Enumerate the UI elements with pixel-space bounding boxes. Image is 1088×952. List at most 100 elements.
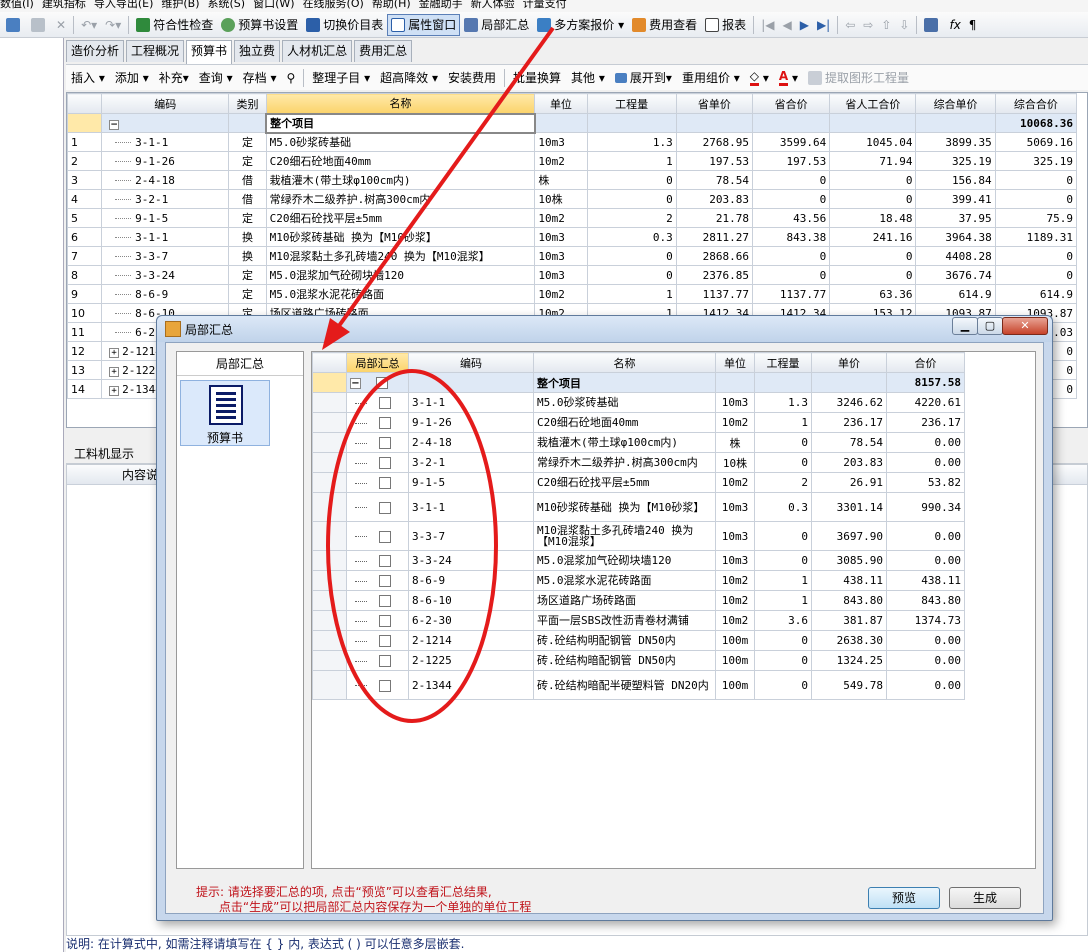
unit-price-cell[interactable]: 203.83: [811, 452, 887, 473]
row-number[interactable]: 4: [67, 189, 103, 209]
composite-price-cell[interactable]: 4408.28: [915, 246, 996, 266]
name-cell[interactable]: 场区道路广场砖路面: [533, 590, 716, 611]
total-price-cell[interactable]: 43.56: [751, 208, 831, 228]
fee-view-button[interactable]: 费用查看: [628, 14, 701, 36]
total-price-cell[interactable]: 0.00: [886, 670, 965, 700]
row-number[interactable]: 6: [67, 227, 103, 247]
unit-cell[interactable]: 100m: [715, 670, 755, 700]
quantity-cell[interactable]: 0: [754, 432, 812, 453]
unit-price-cell[interactable]: 381.87: [811, 610, 887, 631]
batch-convert-button[interactable]: 批量换算: [508, 67, 566, 89]
unit-cell[interactable]: 100m: [715, 650, 755, 671]
install-fee-button[interactable]: 安装费用: [443, 67, 501, 89]
name-cell[interactable]: M5.0混浆水泥花砖路面: [533, 570, 716, 591]
reuse-pricing-menu[interactable]: 重用组价 ▾: [677, 67, 745, 89]
table-row[interactable]: 1 3-1-1 定 M5.0砂浆砖基础 10m3 1.3 2768.95 3599.64 104…: [67, 132, 1078, 152]
code-cell[interactable]: 3-3-24: [408, 550, 534, 571]
project-total-row[interactable]: − 整个项目 10068.36: [67, 112, 1078, 134]
summary-row[interactable]: 3-2-1 常绿乔木二级养护.树高300cm内 10株 0 203.83 0.00: [312, 452, 965, 473]
summary-row[interactable]: 2-1225 砖.砼结构暗配钢管 DN50内 100m 0 1324.25 0.00: [312, 650, 965, 671]
quantity-cell[interactable]: 0: [586, 189, 677, 209]
code-cell[interactable]: 9-1-26: [408, 412, 534, 433]
composite-price-cell[interactable]: 3899.35: [915, 132, 996, 152]
add-menu[interactable]: 添加 ▾: [110, 67, 154, 89]
unit-cell[interactable]: 10m2: [534, 284, 588, 304]
select-cell[interactable]: [346, 670, 409, 700]
unit-price-cell[interactable]: 26.91: [811, 472, 887, 493]
prev-record-icon[interactable]: ◀: [778, 14, 795, 36]
composite-price-cell[interactable]: 3964.38: [915, 227, 996, 247]
quantity-cell[interactable]: 1: [754, 412, 812, 433]
name-cell[interactable]: M5.0砂浆砖基础: [265, 132, 536, 152]
row-number[interactable]: 14: [67, 379, 103, 399]
unit-price-cell[interactable]: 1137.77: [675, 284, 753, 304]
total-price-cell[interactable]: 0: [751, 189, 831, 209]
select-cell[interactable]: [346, 392, 409, 413]
quantity-cell[interactable]: 1: [754, 590, 812, 611]
summary-row[interactable]: 2-1344 砖.砼结构暗配半硬塑料管 DN20内 100m 0 549.78 0.00: [312, 670, 965, 700]
select-cell[interactable]: [346, 521, 409, 551]
labor-total-cell[interactable]: 1045.04: [829, 132, 917, 152]
type-cell[interactable]: 换: [228, 227, 267, 247]
type-cell[interactable]: 定: [228, 208, 267, 228]
name-cell[interactable]: 砖.砼结构暗配钢管 DN50内: [533, 650, 716, 671]
column-header[interactable]: 类别: [228, 93, 267, 114]
name-cell[interactable]: 砖.砼结构明配钢管 DN50内: [533, 630, 716, 651]
code-cell[interactable]: 3-1-1: [101, 227, 230, 247]
composite-price-cell[interactable]: 156.84: [915, 170, 996, 190]
code-cell[interactable]: 3-2-1: [101, 189, 230, 209]
name-cell[interactable]: 栽植灌木(带土球φ100cm内): [533, 432, 716, 453]
column-header[interactable]: 名称: [265, 93, 536, 114]
menu-item[interactable]: 金融助手: [419, 0, 463, 10]
name-cell[interactable]: M10混浆黏土多孔砖墙240 换为【M10混浆】: [265, 246, 536, 266]
composite-price-cell[interactable]: 614.9: [915, 284, 996, 304]
unit-cell[interactable]: 10m2: [715, 472, 755, 493]
table-row[interactable]: 2 9-1-26 定 C20细石砼地面40mm 10m2 1 197.53 197.53 71.…: [67, 151, 1078, 171]
column-header[interactable]: 工程量: [586, 93, 677, 114]
column-header[interactable]: 工程量: [754, 352, 812, 373]
composite-price-cell[interactable]: 325.19: [915, 151, 996, 171]
quantity-cell[interactable]: 1: [586, 151, 677, 171]
composite-price-cell[interactable]: 37.95: [915, 208, 996, 228]
partial-summary-button[interactable]: 局部汇总: [460, 14, 533, 36]
calculator-icon[interactable]: [920, 14, 945, 36]
total-price-cell[interactable]: 0.00: [886, 630, 965, 651]
labor-total-cell[interactable]: 18.48: [829, 208, 917, 228]
summary-row[interactable]: 2-4-18 栽植灌木(带土球φ100cm内) 株 0 78.54 0.00: [312, 432, 965, 453]
unit-price-cell[interactable]: 2376.85: [675, 265, 753, 285]
labor-total-cell[interactable]: 0: [829, 189, 917, 209]
expand-to-menu[interactable]: 展开到 ▾: [610, 67, 677, 89]
name-cell[interactable]: 平面一层SBS改性沥青卷材满铺: [533, 610, 716, 631]
name-cell[interactable]: 常绿乔木二级养护.树高300cm内: [265, 189, 536, 209]
code-cell[interactable]: 3-3-24: [101, 265, 230, 285]
composite-total-cell[interactable]: 0: [994, 189, 1078, 209]
new-icon[interactable]: [2, 14, 27, 36]
total-price-cell[interactable]: 0.00: [886, 452, 965, 473]
quantity-cell[interactable]: 0: [754, 650, 812, 671]
unit-cell[interactable]: 10m2: [534, 208, 588, 228]
composite-total-cell[interactable]: 325.19: [994, 151, 1078, 171]
code-cell[interactable]: 8-6-9: [101, 284, 230, 304]
code-cell[interactable]: 3-3-7: [408, 521, 534, 551]
unit-cell[interactable]: 10m3: [534, 265, 588, 285]
summary-row[interactable]: 6-2-30 平面一层SBS改性沥青卷材满铺 10m2 3.6 381.87 1374.7…: [312, 610, 965, 631]
unit-price-cell[interactable]: 438.11: [811, 570, 887, 591]
first-record-icon[interactable]: |◀: [757, 14, 778, 36]
column-header[interactable]: 单位: [715, 352, 755, 373]
menu-item[interactable]: 窗口(W): [253, 0, 294, 10]
select-cell[interactable]: [346, 630, 409, 651]
code-cell[interactable]: 6-2-30: [408, 610, 534, 631]
code-cell[interactable]: 3-1-1: [101, 132, 230, 152]
summary-row[interactable]: 8-6-9 M5.0混浆水泥花砖路面 10m2 1 438.11 438.11: [312, 570, 965, 591]
name-cell[interactable]: 砖.砼结构暗配半硬塑料管 DN20内: [533, 670, 716, 700]
row-number[interactable]: 9: [67, 284, 103, 304]
quantity-cell[interactable]: 0: [586, 170, 677, 190]
unit-cell[interactable]: 10株: [534, 189, 588, 209]
labor-total-cell[interactable]: 0: [829, 170, 917, 190]
type-cell[interactable]: 定: [228, 284, 267, 304]
composite-total-cell[interactable]: 0: [994, 265, 1078, 285]
summary-row[interactable]: 3-1-1 M10砂浆砖基础 换为【M10砂浆】 10m3 0.3 3301.14 990…: [312, 492, 965, 522]
select-all-cell[interactable]: −: [346, 372, 409, 393]
fill-color-button[interactable]: ◇ ▾: [745, 67, 774, 89]
move-down-icon[interactable]: ⇩: [895, 14, 913, 36]
